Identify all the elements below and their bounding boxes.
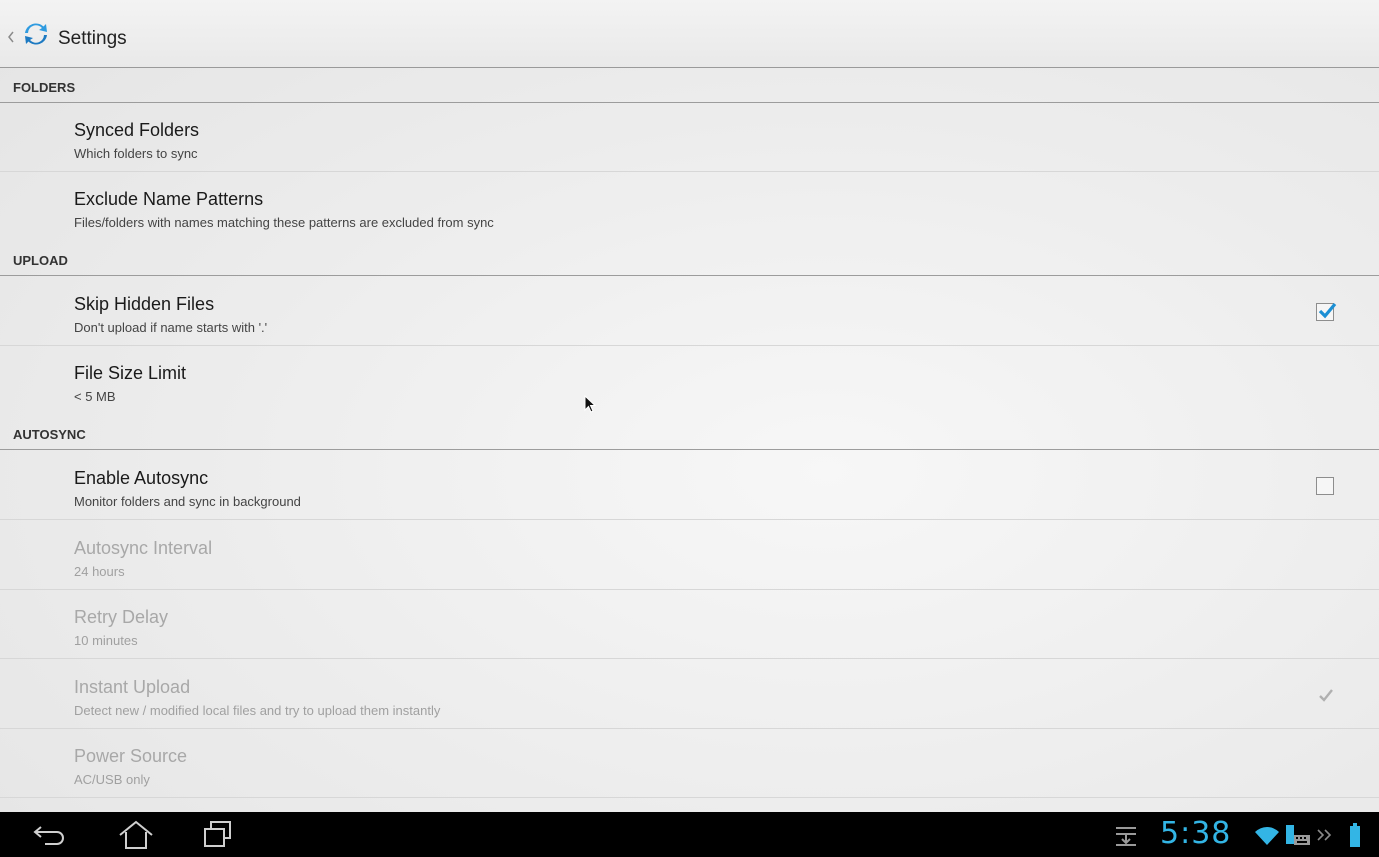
pref-title: Instant Upload [74, 677, 191, 697]
system-navigation-bar: 5:38 [0, 812, 1379, 857]
pref-title: Skip Hidden Files [74, 294, 215, 314]
pref-power-source: Power Source AC/USB only [0, 729, 1379, 798]
pref-summary: Monitor folders and sync in background [74, 494, 301, 509]
checkmark-icon [1319, 689, 1333, 702]
recent-apps-icon[interactable] [202, 820, 234, 848]
pref-summary: Which folders to sync [74, 146, 198, 161]
pref-title: Enable Autosync [74, 468, 209, 488]
pref-title: Power Source [74, 746, 188, 766]
back-icon[interactable] [33, 822, 69, 848]
pref-summary: < 5 MB [74, 389, 116, 404]
keyboard-icon [1286, 825, 1310, 845]
pref-summary: Don't upload if name starts with '.' [74, 320, 268, 335]
pref-title: File Size Limit [74, 363, 187, 383]
wifi-icon [1255, 827, 1279, 845]
status-clock[interactable]: 5:38 [1160, 818, 1231, 850]
section-header-upload: UPLOAD [0, 242, 1379, 276]
instant-upload-checkbox [1316, 686, 1334, 704]
battery-icon [1350, 823, 1360, 847]
pref-enable-autosync[interactable]: Enable Autosync Monitor folders and sync… [0, 451, 1379, 520]
pref-title: Retry Delay [74, 607, 169, 627]
checkmark-icon [1318, 302, 1337, 319]
action-bar: Settings [0, 0, 1379, 68]
section-header-folders: FOLDERS [0, 69, 1379, 103]
pref-skip-hidden-files[interactable]: Skip Hidden Files Don't upload if name s… [0, 277, 1379, 346]
download-icon[interactable] [1114, 825, 1138, 847]
skip-hidden-checkbox[interactable] [1316, 302, 1337, 321]
pref-summary: Detect new / modified local files and tr… [74, 703, 441, 718]
pref-summary: 24 hours [74, 564, 125, 579]
pref-title: Autosync Interval [74, 538, 213, 558]
home-icon[interactable] [116, 820, 156, 850]
pref-file-size-limit[interactable]: File Size Limit < 5 MB [0, 346, 1379, 415]
pref-synced-folders[interactable]: Synced Folders Which folders to sync [0, 103, 1379, 172]
page-title: Settings [58, 28, 127, 49]
pref-summary: AC/USB only [74, 772, 150, 787]
section-header-autosync: AUTOSYNC [0, 416, 1379, 450]
pref-autosync-interval: Autosync Interval 24 hours [0, 521, 1379, 590]
pref-summary: Files/folders with names matching these … [74, 215, 494, 230]
pref-retry-delay: Retry Delay 10 minutes [0, 590, 1379, 659]
pref-summary: 10 minutes [74, 633, 138, 648]
pref-title: Synced Folders [74, 120, 200, 140]
sync-app-icon[interactable] [22, 20, 50, 48]
pref-exclude-name-patterns[interactable]: Exclude Name Patterns Files/folders with… [0, 172, 1379, 241]
enable-autosync-checkbox[interactable] [1316, 477, 1334, 495]
up-caret-icon[interactable] [7, 30, 15, 44]
chevron-icon[interactable] [1315, 827, 1333, 843]
pref-title: Exclude Name Patterns [74, 189, 264, 209]
pref-instant-upload: Instant Upload Detect new / modified loc… [0, 660, 1379, 729]
mouse-cursor-icon [584, 395, 597, 413]
